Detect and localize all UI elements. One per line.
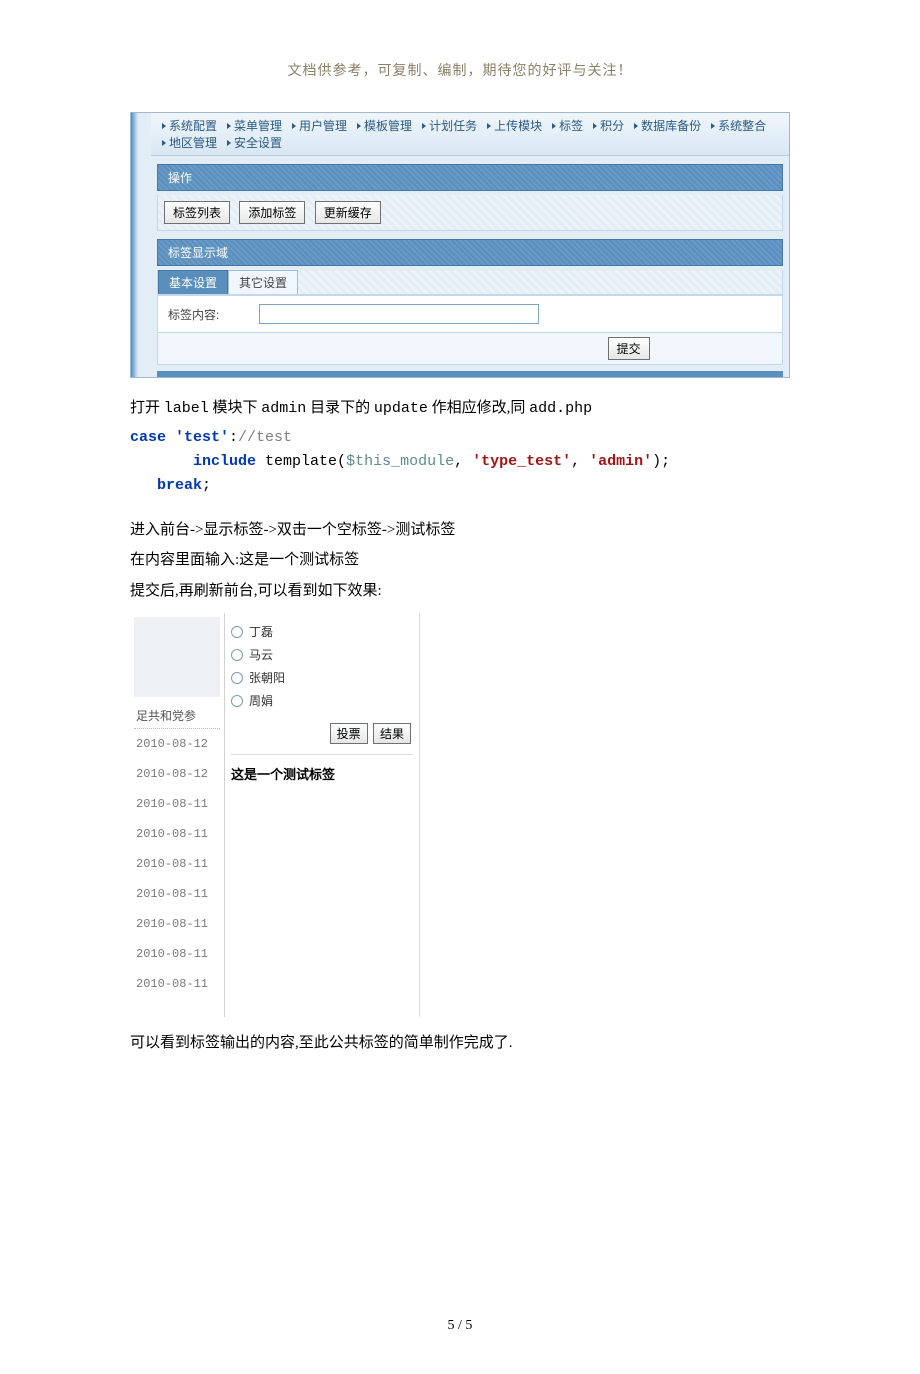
tag-content-label: 标签内容: [168, 306, 219, 323]
operations-bar: 操作 [157, 164, 783, 191]
tab-other-settings[interactable]: 其它设置 [228, 270, 298, 294]
submit-row: 提交 [157, 333, 783, 365]
body-text: 打开 label 模块下 admin 目录下的 update 作相应修改,同 a… [130, 394, 790, 605]
submit-button[interactable]: 提交 [608, 337, 650, 360]
tag-output-text: 这是一个测试标签 [231, 760, 413, 787]
update-cache-button[interactable]: 更新缓存 [315, 201, 381, 224]
radio-option[interactable]: 张朝阳 [231, 669, 413, 686]
triangle-icon [552, 123, 556, 129]
radio-icon [231, 626, 243, 638]
document-header-note: 文档供参考，可复制、编制，期待您的好评与关注！ [130, 60, 790, 80]
triangle-icon [422, 123, 426, 129]
menu-item[interactable]: 安全设置 [227, 134, 282, 151]
menu-item[interactable]: 计划任务 [422, 117, 477, 134]
menu-item[interactable]: 数据库备份 [634, 117, 701, 134]
triangle-icon [162, 140, 166, 146]
admin-footer-bar [157, 371, 783, 377]
menu-item[interactable]: 用户管理 [292, 117, 347, 134]
radio-option[interactable]: 丁磊 [231, 623, 413, 640]
tab-row: 基本设置 其它设置 [158, 270, 782, 294]
menu-item[interactable]: 地区管理 [162, 134, 217, 151]
frontend-right-column: 丁磊 马云 张朝阳 周娟 投票 结果 这是一个测试标签 [225, 613, 419, 1017]
triangle-icon [227, 140, 231, 146]
radio-option[interactable]: 周娟 [231, 692, 413, 709]
triangle-icon [292, 123, 296, 129]
date-item: 2010-08-11 [134, 819, 220, 849]
tab-basic-settings[interactable]: 基本设置 [158, 270, 228, 294]
date-item: 2010-08-11 [134, 879, 220, 909]
frontend-screenshot: 足共和党参 2010-08-12 2010-08-12 2010-08-11 2… [130, 613, 420, 1017]
triangle-icon [711, 123, 715, 129]
triangle-icon [593, 123, 597, 129]
triangle-icon [162, 123, 166, 129]
code-line-2: include template($this_module, 'type_tes… [130, 450, 790, 474]
page-number: 5 / 5 [130, 1318, 790, 1334]
step-p3: 在内容里面输入:这是一个测试标签 [130, 546, 790, 575]
operations-body: 标签列表 添加标签 更新缓存 [157, 195, 783, 231]
code-line-1: case 'test'://test [130, 426, 790, 450]
tag-content-input[interactable] [259, 304, 539, 324]
step-p4: 提交后,再刷新前台,可以看到如下效果: [130, 577, 790, 606]
date-item: 2010-08-11 [134, 789, 220, 819]
radio-icon [231, 672, 243, 684]
menu-item[interactable]: 模板管理 [357, 117, 412, 134]
conclusion-text: 可以看到标签输出的内容,至此公共标签的简单制作完成了. [130, 1029, 790, 1058]
menu-item[interactable]: 菜单管理 [227, 117, 282, 134]
side-title: 足共和党参 [134, 703, 220, 729]
triangle-icon [634, 123, 638, 129]
date-item: 2010-08-11 [134, 849, 220, 879]
date-item: 2010-08-12 [134, 759, 220, 789]
display-bar: 标签显示域 [157, 239, 783, 266]
date-item: 2010-08-11 [134, 969, 220, 999]
radio-icon [231, 695, 243, 707]
thumbnail-placeholder [134, 617, 220, 697]
code-line-3: break; [130, 474, 790, 498]
vote-button[interactable]: 投票 [330, 723, 368, 744]
tag-list-button[interactable]: 标签列表 [164, 201, 230, 224]
menu-item[interactable]: 系统配置 [162, 117, 217, 134]
date-item: 2010-08-11 [134, 939, 220, 969]
menu-item[interactable]: 系统整合 [711, 117, 766, 134]
date-item: 2010-08-12 [134, 729, 220, 759]
step-p2: 进入前台->显示标签->双击一个空标签->测试标签 [130, 516, 790, 545]
admin-left-gutter [131, 113, 151, 377]
triangle-icon [487, 123, 491, 129]
menu-item[interactable]: 标签 [552, 117, 583, 134]
admin-menubar: 系统配置 菜单管理 用户管理 模板管理 计划任务 上传模块 标签 积分 数据库备… [151, 113, 789, 156]
frontend-left-column: 足共和党参 2010-08-12 2010-08-12 2010-08-11 2… [130, 613, 225, 1017]
radio-option[interactable]: 马云 [231, 646, 413, 663]
admin-panel: 系统配置 菜单管理 用户管理 模板管理 计划任务 上传模块 标签 积分 数据库备… [130, 112, 790, 378]
date-item: 2010-08-11 [134, 909, 220, 939]
tag-content-row: 标签内容: [157, 295, 783, 333]
triangle-icon [357, 123, 361, 129]
radio-icon [231, 649, 243, 661]
triangle-icon [227, 123, 231, 129]
menu-item[interactable]: 上传模块 [487, 117, 542, 134]
add-tag-button[interactable]: 添加标签 [239, 201, 305, 224]
menu-item[interactable]: 积分 [593, 117, 624, 134]
result-button[interactable]: 结果 [373, 723, 411, 744]
